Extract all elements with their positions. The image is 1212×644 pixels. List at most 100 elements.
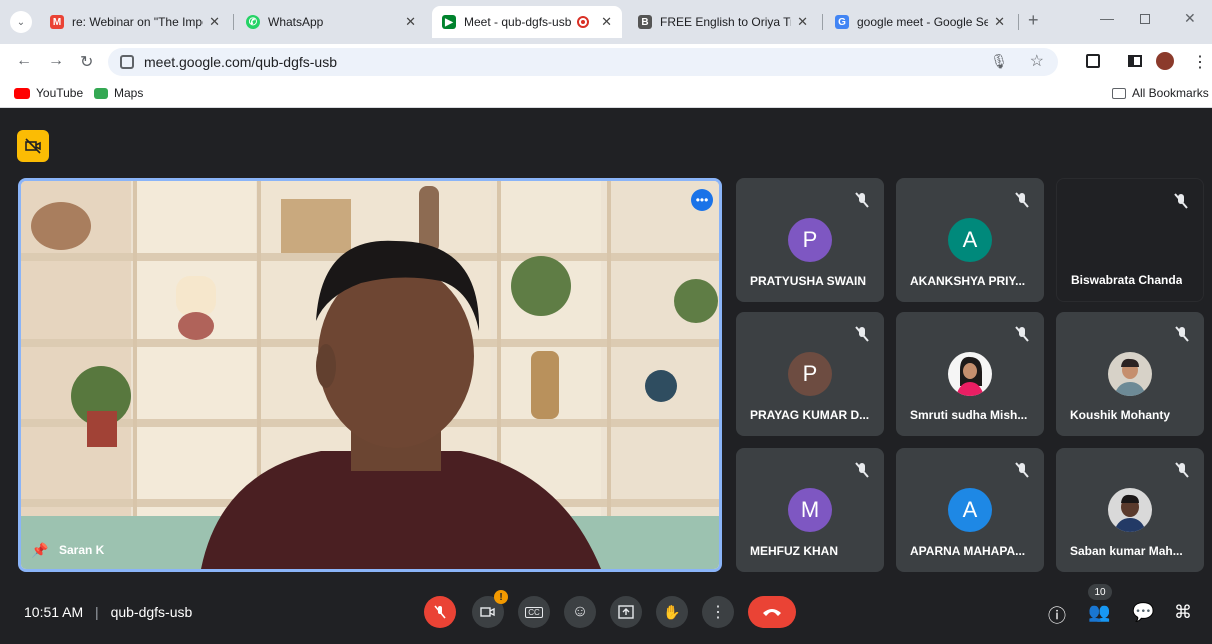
- raise-hand-button[interactable]: ✋: [656, 596, 688, 628]
- avatar: M: [788, 488, 832, 532]
- mic-off-icon: [850, 188, 874, 212]
- pin-icon[interactable]: 📌: [31, 542, 48, 559]
- microphone-icon[interactable]: 🎙: [990, 53, 1008, 70]
- forward-icon[interactable]: →: [48, 52, 64, 70]
- close-icon[interactable]: ✕: [994, 14, 1005, 30]
- side-panel-icon[interactable]: [1128, 55, 1142, 67]
- reactions-button[interactable]: ☺: [564, 596, 596, 628]
- all-bookmarks[interactable]: All Bookmarks: [1112, 86, 1209, 100]
- captions-icon: CC: [525, 606, 543, 618]
- tab-meet[interactable]: ▶ Meet - qub-dgfs-usb ✕: [432, 6, 622, 38]
- participant-name: Koushik Mohanty: [1070, 408, 1171, 422]
- site-settings-icon[interactable]: [120, 55, 134, 69]
- whatsapp-icon: ✆: [246, 15, 260, 29]
- presenter-video[interactable]: ••• 📌 Saran K: [18, 178, 722, 572]
- close-icon[interactable]: ✕: [797, 14, 808, 30]
- meeting-details-icon[interactable]: ⓘ: [1048, 602, 1066, 628]
- more-menu-icon[interactable]: ⋮: [1192, 52, 1208, 72]
- emoji-icon: ☺: [571, 603, 589, 620]
- reload-icon[interactable]: ↻: [80, 52, 93, 72]
- participant-tile[interactable]: Smruti sudha Mish...: [896, 312, 1044, 436]
- bookmark-label: All Bookmarks: [1132, 86, 1209, 100]
- tab-whatsapp[interactable]: ✆ WhatsApp ✕: [236, 6, 426, 38]
- camera-toggle-button[interactable]: !: [472, 590, 508, 628]
- meeting-info: 10:51 AM | qub-dgfs-usb: [24, 604, 192, 620]
- tab-label: WhatsApp: [268, 15, 324, 29]
- browser-tab-strip: ⌄ M re: Webinar on "The Import ✕ ✆ Whats…: [0, 0, 1212, 44]
- activities-icon[interactable]: ⌘: [1174, 602, 1192, 623]
- bookmark-youtube[interactable]: YouTube: [14, 86, 83, 100]
- tab-translate[interactable]: B FREE English to Oriya Transl ✕: [628, 6, 818, 38]
- phone-hangup-icon: [763, 609, 781, 616]
- more-options-icon[interactable]: •••: [691, 189, 713, 211]
- bing-icon: B: [638, 15, 652, 29]
- divider: [1018, 14, 1019, 30]
- participant-tile[interactable]: P PRATYUSHA SWAIN: [736, 178, 884, 302]
- participant-tile[interactable]: P PRAYAG KUMAR D...: [736, 312, 884, 436]
- gmail-icon: M: [50, 15, 64, 29]
- people-button[interactable]: 10 👥: [1088, 584, 1112, 623]
- present-icon: [618, 605, 634, 619]
- tab-label: FREE English to Oriya Transl: [660, 15, 791, 29]
- chat-icon[interactable]: 💬: [1132, 602, 1154, 623]
- meeting-controls: 10:51 AM | qub-dgfs-usb ! CC ☺ ✋ ⋮ ⓘ 10 …: [0, 582, 1212, 644]
- tab-label: re: Webinar on "The Import: [72, 15, 204, 29]
- mic-off-icon: [1169, 189, 1193, 213]
- participant-tile[interactable]: A APARNA MAHAPA...: [896, 448, 1044, 572]
- tab-search-icon[interactable]: ⌄: [10, 11, 32, 33]
- avatar[interactable]: [1156, 52, 1174, 70]
- avatar: P: [788, 218, 832, 262]
- participant-count-badge: 10: [1088, 584, 1112, 600]
- meet-stage: ••• 📌 Saran K P PRATYUSHA SWAIN A AKANKS…: [0, 108, 1212, 644]
- back-icon[interactable]: ←: [16, 52, 32, 70]
- star-icon[interactable]: ☆: [1030, 51, 1044, 71]
- bookmarks-bar: YouTube Maps All Bookmarks: [0, 80, 1212, 108]
- tab-gmail[interactable]: M re: Webinar on "The Import ✕: [40, 6, 230, 38]
- new-tab-icon[interactable]: +: [1028, 10, 1039, 31]
- close-icon[interactable]: ✕: [601, 14, 612, 30]
- restore-icon[interactable]: [1140, 14, 1150, 24]
- divider: [822, 14, 823, 30]
- avatar: [1108, 488, 1152, 532]
- more-options-button[interactable]: ⋮: [702, 596, 734, 628]
- participant-name: MEHFUZ KHAN: [750, 544, 838, 558]
- folder-icon: [1112, 87, 1126, 99]
- meeting-code: qub-dgfs-usb: [110, 604, 193, 620]
- tab-google-search[interactable]: G google meet - Google Sear ✕: [825, 6, 1015, 38]
- participant-name: Smruti sudha Mish...: [910, 408, 1028, 422]
- leave-call-button[interactable]: [748, 596, 796, 628]
- present-button[interactable]: [610, 596, 642, 628]
- close-icon[interactable]: ✕: [209, 14, 220, 30]
- participant-tile[interactable]: Biswabrata Chanda: [1056, 178, 1204, 302]
- camera-off-badge[interactable]: [17, 130, 49, 162]
- video-off-icon: [25, 138, 41, 154]
- participant-name: PRATYUSHA SWAIN: [750, 274, 867, 288]
- url-input[interactable]: meet.google.com/qub-dgfs-usb 🎙 ☆: [108, 48, 1058, 76]
- close-icon[interactable]: ✕: [405, 14, 416, 30]
- divider: |: [95, 604, 99, 620]
- participant-name: APARNA MAHAPA...: [910, 544, 1026, 558]
- close-window-icon[interactable]: ✕: [1184, 10, 1196, 27]
- avatar: [948, 352, 992, 396]
- participant-tile[interactable]: Koushik Mohanty: [1056, 312, 1204, 436]
- minimize-icon[interactable]: —: [1100, 10, 1114, 26]
- mic-toggle-button[interactable]: [424, 596, 456, 628]
- bookmark-maps[interactable]: Maps: [94, 86, 143, 100]
- youtube-icon: [14, 87, 30, 99]
- participant-name: PRAYAG KUMAR D...: [750, 408, 870, 422]
- participant-tile[interactable]: Saban kumar Mah...: [1056, 448, 1204, 572]
- mic-off-icon: [1170, 322, 1194, 346]
- google-icon: G: [835, 15, 849, 29]
- extensions-icon[interactable]: [1086, 54, 1100, 68]
- participant-tile[interactable]: A AKANKSHYA PRIY...: [896, 178, 1044, 302]
- participant-name: Saban kumar Mah...: [1070, 544, 1183, 558]
- warning-icon: !: [494, 590, 508, 604]
- avatar: A: [948, 488, 992, 532]
- participant-tile[interactable]: M MEHFUZ KHAN: [736, 448, 884, 572]
- mic-off-icon: [1010, 458, 1034, 482]
- tab-label: google meet - Google Sear: [857, 15, 989, 29]
- avatar: P: [788, 352, 832, 396]
- video-icon: [480, 607, 495, 617]
- avatar: [1108, 352, 1152, 396]
- captions-button[interactable]: CC: [518, 596, 550, 628]
